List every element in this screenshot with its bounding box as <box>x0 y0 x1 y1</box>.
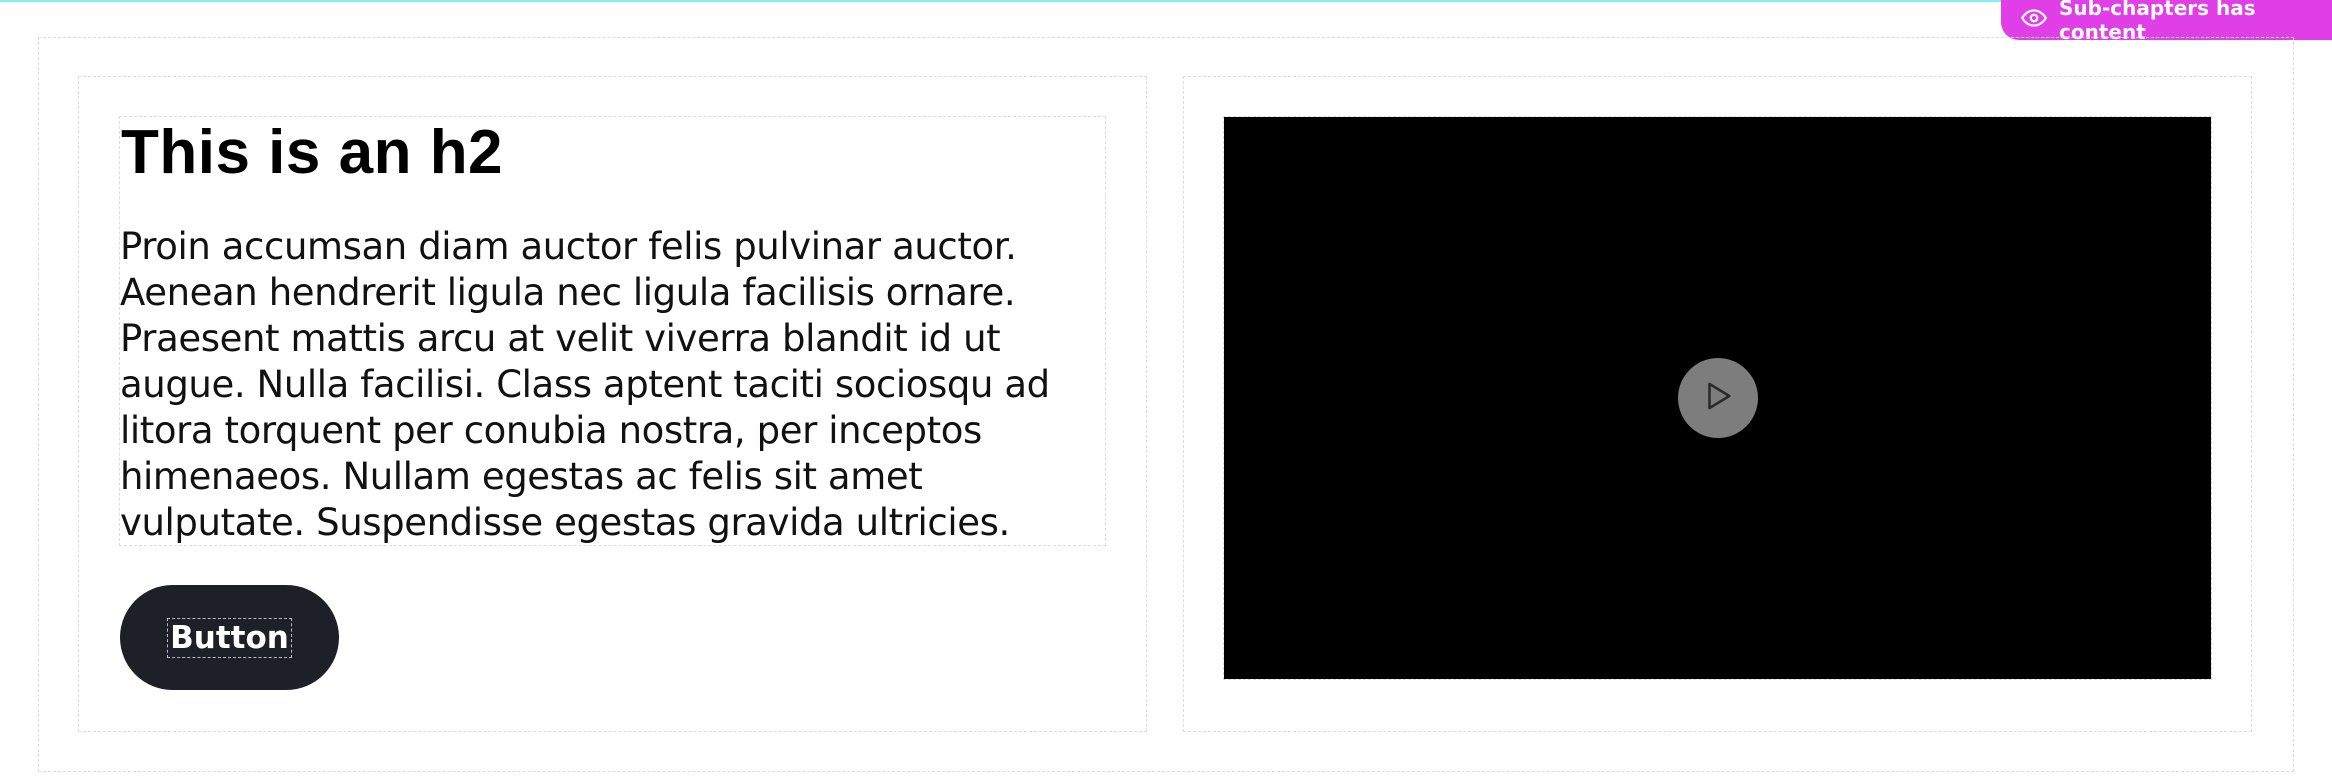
primary-button[interactable]: Button <box>120 585 339 690</box>
button-label: Button <box>167 617 292 658</box>
top-border-line <box>0 0 2332 2</box>
play-icon <box>1701 379 1735 417</box>
sub-chapters-badge[interactable]: Sub-chapters has content <box>2001 0 2332 44</box>
page-heading: This is an h2 <box>121 118 504 187</box>
play-button[interactable] <box>1678 358 1758 438</box>
body-paragraph: Proin accumsan diam auctor felis pulvina… <box>120 225 1050 544</box>
eye-icon <box>2021 5 2059 36</box>
